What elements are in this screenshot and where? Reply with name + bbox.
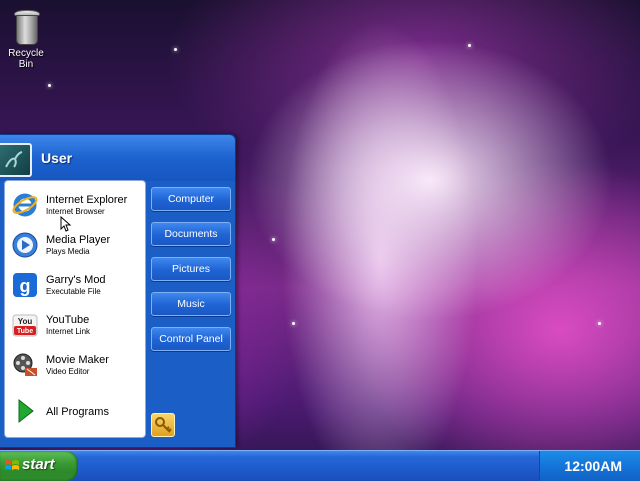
star	[174, 48, 177, 51]
program-name: Movie Maker	[46, 354, 109, 366]
program-description: Internet Link	[46, 327, 91, 336]
program-name: Media Player	[46, 234, 111, 246]
key-icon	[155, 417, 172, 433]
clock[interactable]: 12:00AM	[564, 458, 622, 474]
program-description: Executable File	[46, 287, 101, 296]
svg-text:g: g	[20, 276, 31, 296]
place-music-button[interactable]: Music	[151, 292, 231, 316]
place-computer-button[interactable]: Computer	[151, 187, 231, 211]
desktop-icon-label: Recycle Bin	[8, 48, 44, 70]
place-control-panel-button[interactable]: Control Panel	[151, 327, 231, 351]
place-pictures-button[interactable]: Pictures	[151, 257, 231, 281]
movie-maker-icon	[13, 353, 37, 376]
youtube-icon: You Tube	[12, 314, 38, 337]
program-description: Plays Media	[46, 247, 90, 256]
program-description: Video Editor	[46, 367, 90, 376]
avatar-icon	[5, 151, 23, 168]
all-programs-label: All Programs	[46, 406, 109, 418]
svg-text:You: You	[18, 317, 33, 326]
start-menu: User Internet Explorer Internet Browser …	[0, 134, 236, 448]
garrys-mod-icon: g	[13, 273, 37, 297]
all-programs-button[interactable]: All Programs	[5, 393, 145, 429]
start-button[interactable]: start	[0, 451, 78, 481]
desktop-icon-recycle-bin[interactable]: Recycle Bin	[0, 10, 52, 70]
green-arrow-icon	[18, 398, 34, 424]
taskbar: start 12:00AM	[0, 450, 640, 481]
program-internet-explorer[interactable]: Internet Explorer Internet Browser	[5, 187, 145, 223]
program-movie-maker[interactable]: Movie Maker Video Editor	[5, 347, 145, 383]
star	[48, 84, 51, 87]
start-menu-header: User	[0, 135, 235, 181]
internet-explorer-icon	[12, 193, 38, 217]
user-name: User	[41, 150, 73, 166]
star	[292, 322, 295, 325]
program-name: Garry's Mod	[46, 274, 106, 286]
star	[272, 238, 275, 241]
program-name: Internet Explorer	[46, 194, 128, 206]
mouse-cursor	[60, 216, 72, 232]
programs-pane: Internet Explorer Internet Browser Media…	[4, 180, 146, 438]
windows-logo-icon	[5, 460, 19, 470]
star	[468, 44, 471, 47]
program-youtube[interactable]: You Tube YouTube Internet Link	[5, 307, 145, 343]
program-name: YouTube	[46, 314, 90, 326]
system-tray: 12:00AM	[539, 451, 640, 481]
program-media-player[interactable]: Media Player Plays Media	[5, 227, 145, 263]
logoff-button[interactable]	[151, 413, 175, 437]
place-documents-button[interactable]: Documents	[151, 222, 231, 246]
start-label: start	[22, 456, 55, 473]
program-description: Internet Browser	[46, 207, 105, 216]
user-avatar[interactable]	[0, 143, 32, 177]
media-player-icon	[12, 232, 38, 258]
star	[598, 322, 601, 325]
recycle-bin-icon	[13, 10, 40, 45]
program-garrys-mod[interactable]: g Garry's Mod Executable File	[5, 267, 145, 303]
svg-text:Tube: Tube	[17, 328, 33, 335]
